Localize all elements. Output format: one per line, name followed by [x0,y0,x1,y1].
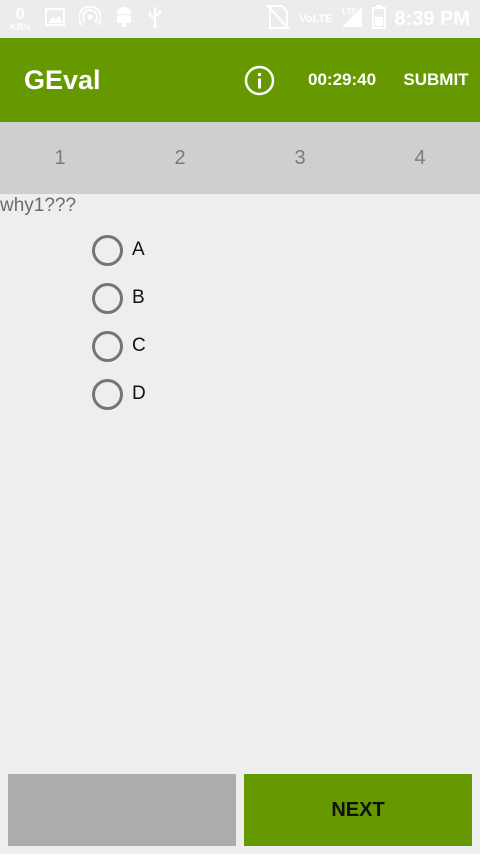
info-button[interactable] [244,65,275,96]
image-icon [44,7,65,31]
radio-button[interactable] [92,282,123,314]
hotspot-icon [77,5,102,33]
network-speed: 0 KB/s [10,5,31,32]
option-a[interactable]: A [92,226,146,274]
option-label: B [132,287,145,308]
tab-question-4[interactable]: 4 [360,122,480,194]
status-left: 0 KB/s [10,0,163,38]
radio-button[interactable] [92,330,123,362]
signal-icon: LTE [340,5,364,34]
clock: 8:39 PM [394,7,470,30]
network-speed-value: 0 [15,5,25,23]
tab-question-2[interactable]: 2 [120,122,240,194]
answer-options: A B C D [92,226,146,418]
option-b[interactable]: B [92,274,146,322]
lte-label: LTE [342,7,357,16]
volte-label: VoLTE [299,13,333,25]
android-debug-icon [115,6,133,33]
app-bar: GEval 00:29:40 SUBMIT [0,38,480,122]
tab-question-3[interactable]: 3 [240,122,360,194]
info-icon [244,65,275,96]
submit-button[interactable]: SUBMIT [398,38,474,122]
network-speed-unit: KB/s [10,21,31,32]
tab-question-1[interactable]: 1 [0,122,120,194]
battery-icon [372,4,387,34]
next-button[interactable]: NEXT [244,774,472,846]
radio-button[interactable] [92,234,123,266]
option-c[interactable]: C [92,322,146,370]
app-title: GEval [24,65,101,95]
no-sim-icon [265,3,291,36]
countdown-timer: 00:29:40 [308,70,377,89]
usb-icon [147,6,163,33]
question-text: why1??? [0,195,77,216]
previous-button[interactable] [8,774,236,846]
question-tabs: 1 2 3 4 [0,122,480,194]
status-bar: 0 KB/s VoLTE LTE 8:39 PM [0,0,480,38]
option-d[interactable]: D [92,370,146,418]
option-label: C [132,335,146,356]
option-label: A [132,239,145,260]
radio-button[interactable] [92,378,123,410]
status-right: VoLTE LTE 8:39 PM [265,0,470,38]
option-label: D [132,383,146,404]
